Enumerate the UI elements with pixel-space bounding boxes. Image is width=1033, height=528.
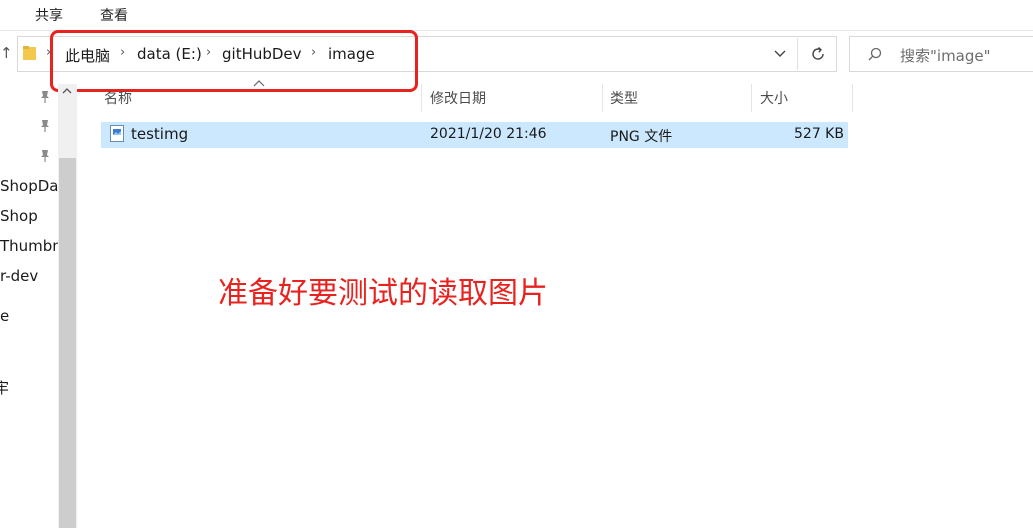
folder-icon: [23, 46, 36, 60]
nav-item-partial[interactable]: 牢: [0, 377, 9, 398]
annotation-text: 准备好要测试的读取图片: [218, 276, 548, 311]
address-divider: [797, 38, 798, 70]
column-header-modified[interactable]: 修改日期: [430, 88, 486, 108]
nav-item-r-dev[interactable]: r-dev: [0, 267, 38, 285]
nav-scrollbar-thumb[interactable]: [59, 158, 76, 528]
pin-icon[interactable]: [39, 119, 51, 133]
column-header-size[interactable]: 大小: [760, 88, 788, 108]
file-type: PNG 文件: [610, 129, 673, 145]
pin-icon[interactable]: [39, 90, 51, 104]
pin-icon[interactable]: [39, 149, 51, 163]
chevron-down-icon[interactable]: [770, 44, 790, 64]
nav-item-shopdac[interactable]: ShopDac: [0, 177, 67, 195]
search-placeholder[interactable]: 搜索"image": [900, 45, 991, 66]
refresh-icon[interactable]: [808, 44, 828, 64]
search-icon: [868, 47, 882, 61]
scroll-up-icon[interactable]: [60, 84, 74, 98]
ribbon-tab-share[interactable]: 共享: [35, 5, 63, 25]
ribbon-tab-view[interactable]: 查看: [100, 5, 128, 25]
column-separator[interactable]: [751, 84, 752, 112]
column-separator[interactable]: [421, 84, 422, 112]
file-name[interactable]: testimg: [131, 125, 188, 143]
image-file-icon: [110, 125, 124, 142]
column-header-type[interactable]: 类型: [610, 88, 638, 108]
nav-item-shop[interactable]: Shop: [0, 207, 38, 225]
column-header-name[interactable]: 名称: [104, 88, 132, 108]
file-size: 527 KB: [794, 126, 844, 142]
sort-caret-icon: [253, 80, 265, 87]
column-separator[interactable]: [852, 84, 853, 112]
column-separator[interactable]: [602, 84, 603, 112]
nav-item-e[interactable]: e: [0, 307, 9, 325]
file-modified: 2021/1/20 21:46: [430, 126, 547, 142]
highlight-box: [50, 30, 418, 92]
up-arrow-icon[interactable]: ↑: [0, 44, 13, 62]
